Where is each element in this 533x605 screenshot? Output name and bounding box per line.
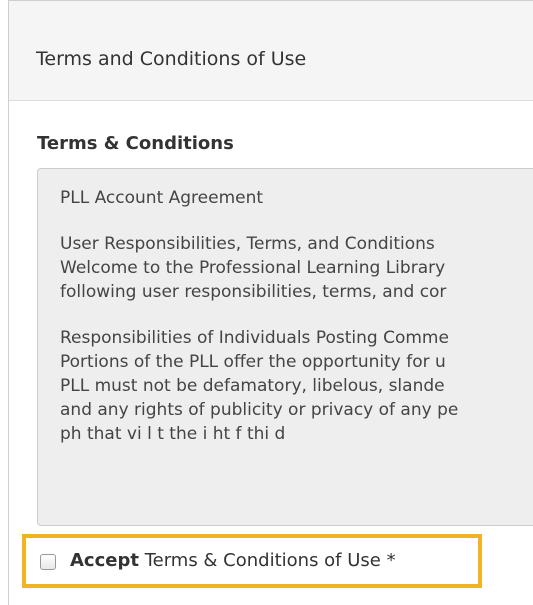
terms-textarea[interactable]: PLL Account Agreement User Responsibilit… (37, 168, 533, 526)
terms-line: Responsibilities of Individuals Posting … (60, 328, 449, 348)
accept-highlight: Accept Terms & Conditions of Use * (22, 534, 482, 588)
terms-line: User Responsibilities, Terms, and Condit… (60, 234, 435, 254)
terms-label: Terms & Conditions (37, 133, 234, 154)
terms-line: ph that vi l t the i ht f thi d (60, 424, 286, 444)
accept-label-rest: Terms & Conditions of Use * (138, 550, 396, 571)
panel-title: Terms and Conditions of Use (36, 48, 307, 70)
accept-checkbox[interactable] (40, 554, 56, 570)
terms-line: PLL Account Agreement (60, 188, 264, 208)
terms-line: and any rights of publicity or privacy o… (60, 400, 459, 420)
terms-line: PLL must not be defamatory, libelous, sl… (60, 376, 445, 396)
terms-text: PLL Account Agreement User Responsibilit… (60, 186, 533, 446)
terms-line: following user responsibilities, terms, … (60, 282, 447, 302)
terms-line: Portions of the PLL offer the opportunit… (60, 352, 446, 372)
panel-heading: Terms and Conditions of Use (9, 1, 533, 101)
terms-line: Welcome to the Professional Learning Lib… (60, 258, 446, 278)
accept-label[interactable]: Accept Terms & Conditions of Use * (70, 549, 396, 573)
accept-label-strong: Accept (70, 550, 139, 571)
terms-panel: Terms and Conditions of Use Terms & Cond… (8, 0, 533, 605)
